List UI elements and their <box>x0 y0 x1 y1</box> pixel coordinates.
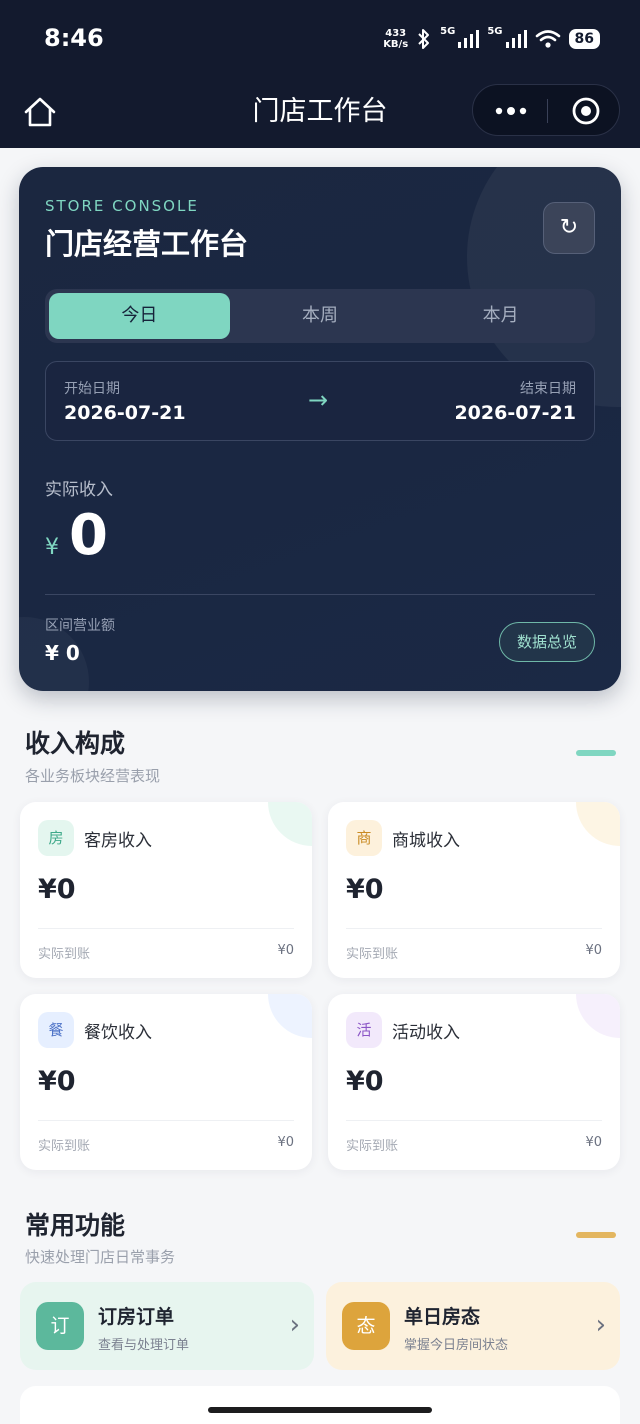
net-speed: 433 KB/s <box>383 28 408 50</box>
refresh-icon: ↻ <box>559 215 579 240</box>
end-date-label: 结束日期 <box>520 381 576 397</box>
income-card-dining[interactable]: 餐 餐饮收入 ¥0 实际到账 ¥0 <box>20 994 312 1170</box>
section-accent-bar <box>576 1232 616 1238</box>
more-icon[interactable] <box>491 85 531 137</box>
decorative-circle <box>576 994 620 1038</box>
section-accent-bar <box>576 750 616 756</box>
end-date-value[interactable]: 2026-07-21 <box>454 402 576 424</box>
income-card-mall[interactable]: 商 商城收入 ¥0 实际到账 ¥0 <box>328 802 620 978</box>
dining-badge-icon: 餐 <box>38 1012 74 1048</box>
nav-bar: 门店工作台 <box>0 76 640 148</box>
home-indicator[interactable] <box>208 1407 432 1413</box>
booking-icon: 订 <box>36 1302 84 1350</box>
decorative-circle <box>268 994 312 1038</box>
signal-label-2: 5G <box>487 26 503 37</box>
signal-icon <box>505 30 527 48</box>
decorative-circle <box>268 802 312 846</box>
signal-icon <box>458 30 480 48</box>
net-speed-unit: KB/s <box>383 39 409 50</box>
functions-section-title: 常用功能 <box>25 1211 126 1240</box>
tab-month[interactable]: 本月 <box>410 293 591 339</box>
function-subtitle: 查看与处理订单 <box>98 1338 190 1353</box>
range-revenue-value: ¥ 0 <box>45 641 80 665</box>
income-card-foot-label: 实际到账 <box>38 947 91 962</box>
function-subtitle: 掌握今日房间状态 <box>404 1338 509 1353</box>
currency-symbol: ¥ <box>45 535 59 560</box>
room-badge-icon: 房 <box>38 820 74 856</box>
income-card-foot-value: ¥0 <box>585 943 602 958</box>
room-status-card[interactable]: 态 单日房态 掌握今日房间状态 › <box>326 1282 620 1370</box>
bluetooth-icon <box>418 29 430 49</box>
next-card-peek <box>20 1386 620 1424</box>
status-time: 8:46 <box>44 24 104 52</box>
top-bar: 8:46 433 KB/s 5G 5G 86 门店工作台 <box>0 0 640 148</box>
actual-income-value: 0 <box>69 503 108 568</box>
tab-today[interactable]: 今日 <box>49 293 230 339</box>
income-card-foot-value: ¥0 <box>277 1135 294 1150</box>
divider <box>346 1120 602 1121</box>
status-bar: 8:46 433 KB/s 5G 5G 86 <box>0 0 640 76</box>
tab-week[interactable]: 本周 <box>230 293 411 339</box>
income-card-activity[interactable]: 活 活动收入 ¥0 实际到账 ¥0 <box>328 994 620 1170</box>
card-title: 门店经营工作台 <box>45 227 249 261</box>
income-card-name: 餐饮收入 <box>84 1023 152 1043</box>
card-eyebrow: STORE CONSOLE <box>45 197 199 215</box>
income-card-foot-value: ¥0 <box>585 1135 602 1150</box>
period-tabs: 今日 本周 本月 <box>45 289 595 343</box>
status-icons: 433 KB/s 5G 5G 86 <box>383 24 600 54</box>
date-range-picker[interactable]: 开始日期 2026-07-21 → 结束日期 2026-07-21 <box>45 361 595 441</box>
booking-orders-card[interactable]: 订 订房订单 查看与处理订单 › <box>20 1282 314 1370</box>
decorative-circle <box>576 802 620 846</box>
chevron-right-icon: › <box>289 1310 300 1340</box>
wifi-icon <box>535 30 560 48</box>
income-card-foot-label: 实际到账 <box>346 1139 399 1154</box>
income-card-foot-label: 实际到账 <box>38 1139 91 1154</box>
function-title: 订房订单 <box>98 1306 175 1328</box>
income-card-amount: ¥0 <box>346 1066 384 1097</box>
net-speed-value: 433 <box>385 28 407 39</box>
income-card-name: 客房收入 <box>84 831 152 851</box>
room-status-icon: 态 <box>342 1302 390 1350</box>
income-section-title: 收入构成 <box>25 729 126 758</box>
divider <box>45 594 595 595</box>
mini-program-capsule <box>472 84 620 136</box>
activity-badge-icon: 活 <box>346 1012 382 1048</box>
income-card-amount: ¥0 <box>346 874 384 905</box>
mall-badge-icon: 商 <box>346 820 382 856</box>
arrow-right-icon: → <box>308 386 329 414</box>
income-card-name: 活动收入 <box>392 1023 460 1043</box>
battery-level: 86 <box>568 29 600 49</box>
store-console-card: STORE CONSOLE 门店经营工作台 ↻ 今日 本周 本月 开始日期 20… <box>19 167 621 691</box>
income-section-subtitle: 各业务板块经营表现 <box>25 767 161 785</box>
function-title: 单日房态 <box>404 1306 481 1328</box>
divider <box>346 928 602 929</box>
data-overview-button[interactable]: 数据总览 <box>499 622 595 662</box>
divider <box>38 928 294 929</box>
actual-income-label: 实际收入 <box>45 480 113 500</box>
signal-label-1: 5G <box>440 26 456 37</box>
income-card-foot-label: 实际到账 <box>346 947 399 962</box>
functions-section-subtitle: 快速处理门店日常事务 <box>25 1248 176 1266</box>
start-date-value[interactable]: 2026-07-21 <box>64 402 186 424</box>
close-target-icon[interactable] <box>571 96 601 126</box>
income-card-amount: ¥0 <box>38 1066 76 1097</box>
income-card-rooms[interactable]: 房 客房收入 ¥0 实际到账 ¥0 <box>20 802 312 978</box>
income-card-foot-value: ¥0 <box>277 943 294 958</box>
range-revenue-label: 区间营业额 <box>45 618 115 634</box>
chevron-right-icon: › <box>595 1310 606 1340</box>
start-date-label: 开始日期 <box>64 381 120 397</box>
divider <box>38 1120 294 1121</box>
refresh-button[interactable]: ↻ <box>543 202 595 254</box>
income-card-amount: ¥0 <box>38 874 76 905</box>
income-card-name: 商城收入 <box>392 831 460 851</box>
capsule-divider <box>547 99 548 123</box>
